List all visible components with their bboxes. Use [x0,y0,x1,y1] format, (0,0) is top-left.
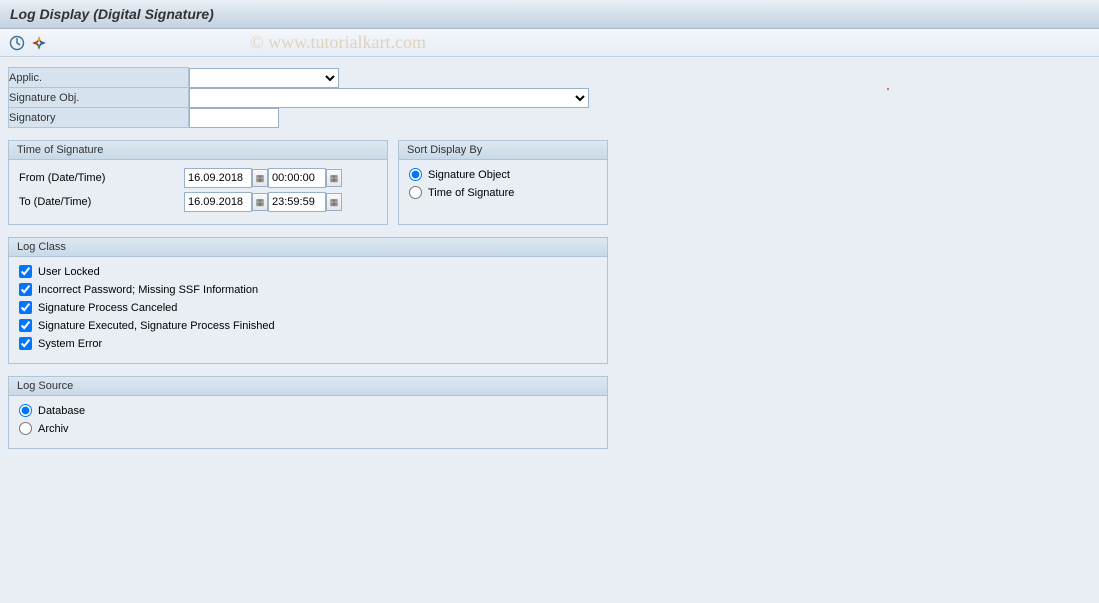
from-time-picker-icon[interactable]: ▦ [326,169,342,187]
from-label: From (Date/Time) [19,172,184,184]
sort-radio-time[interactable] [409,186,422,199]
sort-radio-time-label: Time of Signature [428,187,514,199]
logclass-item-user-locked[interactable]: User Locked [19,265,597,278]
sort-option-time[interactable]: Time of Signature [409,186,597,199]
logclass-label-4: System Error [38,338,102,350]
logsrc-title: Log Source [9,377,607,396]
log-source-group: Log Source Database Archiv [8,376,608,449]
sort-radio-sigobj-label: Signature Object [428,169,510,181]
to-time-input[interactable] [268,192,326,212]
from-date-input[interactable] [184,168,252,188]
logclass-label-0: User Locked [38,266,100,278]
logclass-title: Log Class [9,238,607,257]
sort-option-signature-object[interactable]: Signature Object [409,168,597,181]
applic-label: Applic. [9,68,189,88]
decorative-dot [887,88,889,90]
signatory-label: Signatory [9,108,189,128]
from-time-input[interactable] [268,168,326,188]
log-class-group: Log Class User Locked Incorrect Password… [8,237,608,364]
sigobj-label: Signature Obj. [9,88,189,108]
logclass-check-1[interactable] [19,283,32,296]
to-time-picker-icon[interactable]: ▦ [326,193,342,211]
applic-select[interactable] [189,68,339,88]
to-date-picker-icon[interactable]: ▦ [252,193,268,211]
time-of-signature-group: Time of Signature From (Date/Time) ▦ ▦ To… [8,140,388,225]
logclass-check-0[interactable] [19,265,32,278]
signatory-input[interactable] [189,108,279,128]
sort-radio-sigobj[interactable] [409,168,422,181]
header-fields: Applic. Signature Obj. Signatory [8,67,590,128]
time-group-title: Time of Signature [9,141,387,160]
sigobj-select[interactable] [189,88,589,108]
logsrc-option-database[interactable]: Database [19,404,597,417]
logclass-check-2[interactable] [19,301,32,314]
logclass-check-4[interactable] [19,337,32,350]
to-date-input[interactable] [184,192,252,212]
toolbar [0,29,1099,57]
logclass-label-1: Incorrect Password; Missing SSF Informat… [38,284,258,296]
logsrc-radio-archiv[interactable] [19,422,32,435]
logclass-item-sig-canceled[interactable]: Signature Process Canceled [19,301,597,314]
logclass-check-3[interactable] [19,319,32,332]
from-date-picker-icon[interactable]: ▦ [252,169,268,187]
page-title-bar: Log Display (Digital Signature) [0,0,1099,29]
sort-group-title: Sort Display By [399,141,607,160]
logsrc-radio-archiv-label: Archiv [38,423,69,435]
logsrc-option-archiv[interactable]: Archiv [19,422,597,435]
to-label: To (Date/Time) [19,196,184,208]
page-title: Log Display (Digital Signature) [10,6,214,22]
logclass-label-3: Signature Executed, Signature Process Fi… [38,320,275,332]
logsrc-radio-db-label: Database [38,405,85,417]
logclass-label-2: Signature Process Canceled [38,302,177,314]
logclass-item-system-error[interactable]: System Error [19,337,597,350]
sort-display-group: Sort Display By Signature Object Time of… [398,140,608,225]
logclass-item-sig-executed[interactable]: Signature Executed, Signature Process Fi… [19,319,597,332]
logsrc-radio-db[interactable] [19,404,32,417]
variant-icon[interactable] [30,34,48,52]
logclass-item-incorrect-password[interactable]: Incorrect Password; Missing SSF Informat… [19,283,597,296]
execute-icon[interactable] [8,34,26,52]
form-content: Applic. Signature Obj. Signatory Time of… [0,57,1099,459]
